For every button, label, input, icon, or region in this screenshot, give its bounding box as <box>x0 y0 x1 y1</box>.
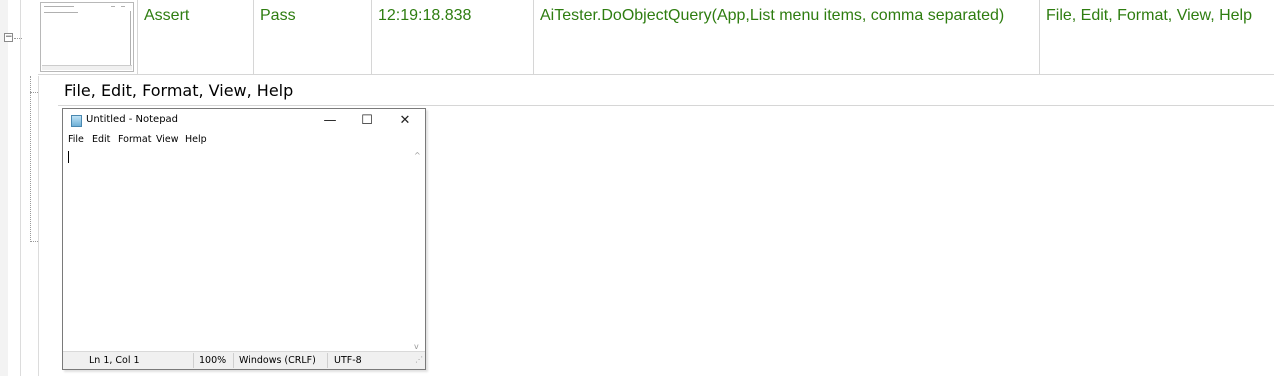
status-encoding: UTF-8 <box>334 355 362 366</box>
vertical-scrollbar[interactable]: ^ v <box>412 149 424 352</box>
thumbnail-title-line <box>44 6 74 7</box>
thumbnail-menu-line <box>44 12 78 13</box>
time-cell: 12:19:18.838 <box>372 0 534 74</box>
thumbnail-cell[interactable] <box>38 0 138 74</box>
notepad-text-area[interactable] <box>64 149 412 352</box>
thumbnail-control-mark <box>111 6 115 7</box>
menu-help[interactable]: Help <box>185 134 207 145</box>
menu-file[interactable]: File <box>68 134 84 145</box>
output-cell: File, Edit, Format, View, Help <box>1046 7 1252 24</box>
maximize-icon[interactable]: ☐ <box>352 111 382 131</box>
status-zoom: 100% <box>199 355 227 366</box>
tree-connector <box>14 38 22 39</box>
tree-connector-vertical <box>30 76 31 242</box>
tree-guide-line <box>20 0 21 376</box>
menu-edit[interactable]: Edit <box>92 134 110 145</box>
thumbnail-control-mark <box>121 6 125 7</box>
tree-gutter <box>0 0 8 376</box>
minimize-icon[interactable]: — <box>315 111 345 131</box>
status-position: Ln 1, Col 1 <box>89 355 140 366</box>
result-row[interactable]: Assert Pass 12:19:18.838 AiTester.DoObje… <box>38 0 1274 75</box>
close-icon[interactable]: ✕ <box>390 111 420 131</box>
thumbnail-statusbar <box>42 65 132 70</box>
detail-output-text: File, Edit, Format, View, Help <box>58 76 1274 106</box>
notepad-statusbar: Ln 1, Col 1 100% Windows (CRLF) UTF-8 ⋰ <box>63 351 425 369</box>
tree-guide-line-nested <box>38 76 39 376</box>
thumbnail-scrollbar-line <box>130 11 131 66</box>
command-cell: AiTester.DoObjectQuery(App,List menu ite… <box>534 0 1040 74</box>
screenshot-thumbnail[interactable] <box>40 2 134 72</box>
status-separator <box>233 353 234 368</box>
result-cell: Pass <box>254 0 372 74</box>
tree-connector-detail <box>30 92 38 93</box>
scroll-up-icon[interactable]: ^ <box>414 151 421 160</box>
menu-format[interactable]: Format <box>118 134 151 145</box>
type-cell: Assert <box>138 0 254 74</box>
tree-connector-screenshot <box>30 241 38 242</box>
collapse-icon[interactable]: − <box>4 33 13 42</box>
status-separator <box>327 353 328 368</box>
menu-view[interactable]: View <box>156 134 179 145</box>
status-separator <box>193 353 194 368</box>
notepad-app-icon <box>71 115 82 127</box>
notepad-screenshot: Untitled - Notepad — ☐ ✕ File Edit Forma… <box>62 108 426 370</box>
notepad-title: Untitled - Notepad <box>86 114 179 125</box>
notepad-titlebar: Untitled - Notepad — ☐ ✕ <box>63 109 425 133</box>
notepad-menubar: File Edit Format View Help <box>63 134 425 148</box>
scroll-down-icon[interactable]: v <box>414 342 419 351</box>
status-line-ending: Windows (CRLF) <box>239 355 316 366</box>
text-caret <box>68 151 69 163</box>
resize-grip-icon[interactable]: ⋰ <box>415 355 423 368</box>
